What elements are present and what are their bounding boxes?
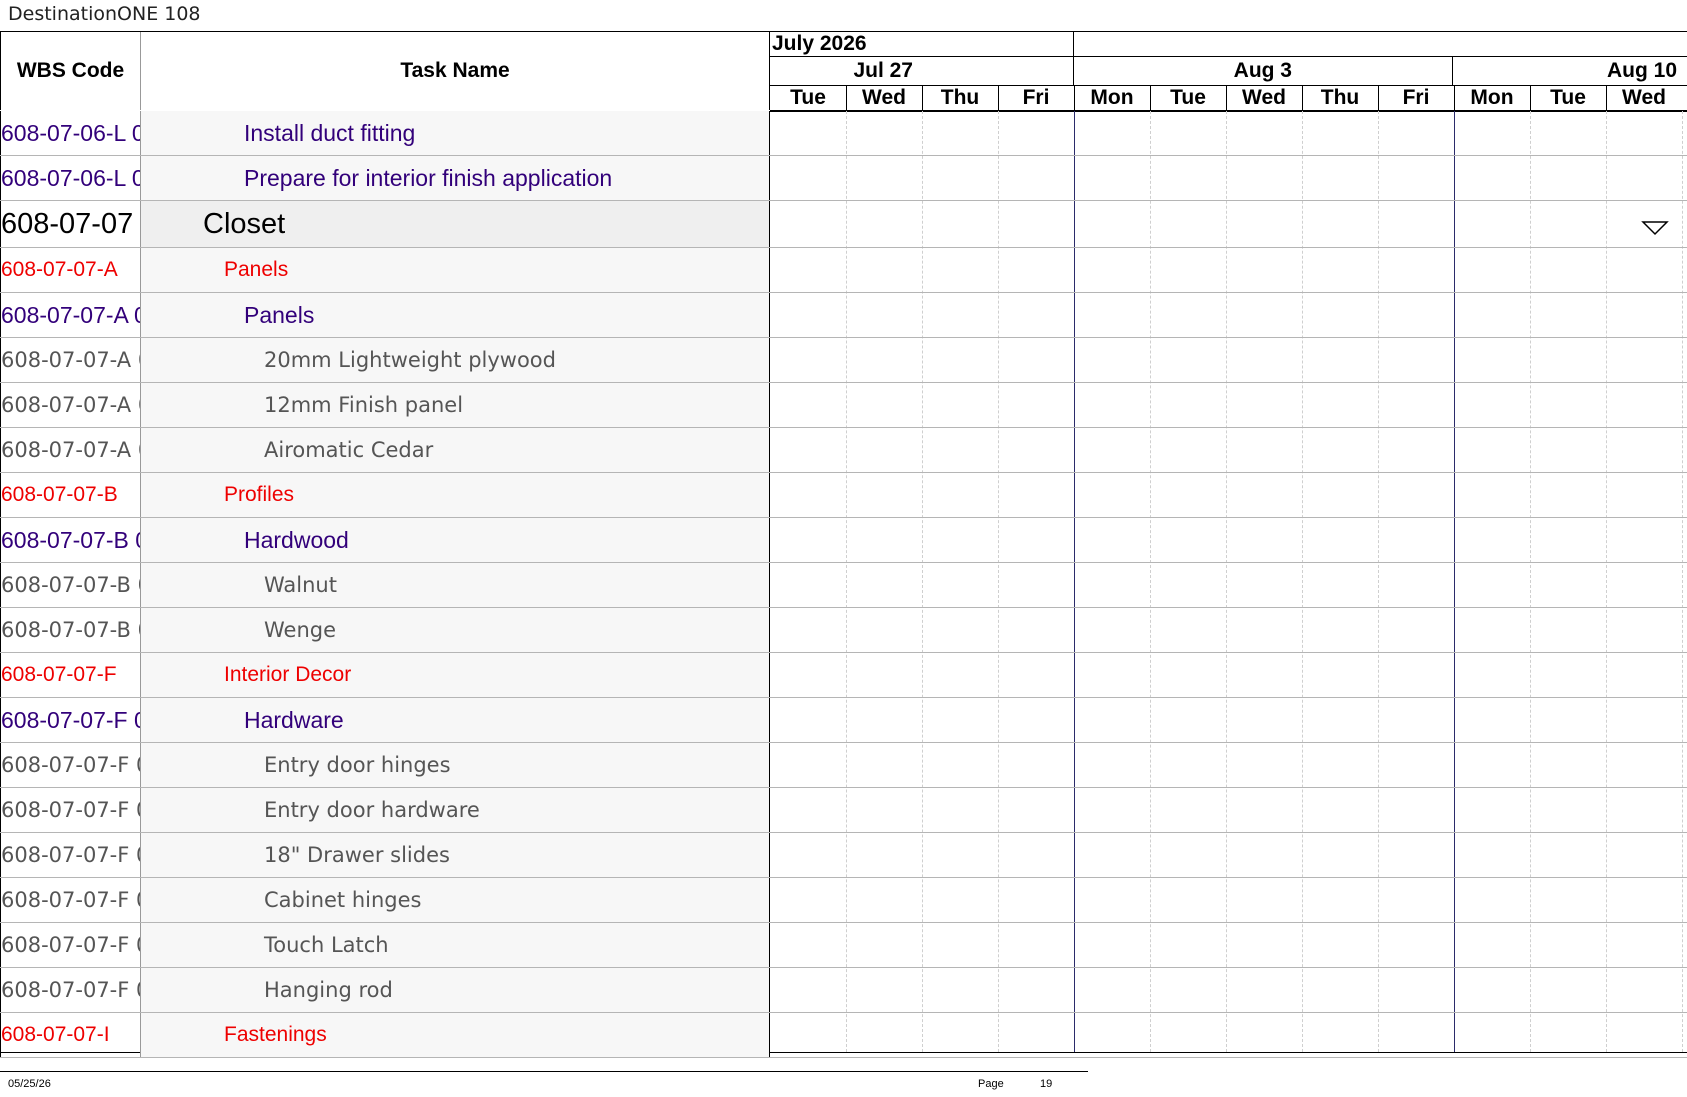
day-label: Tue — [790, 86, 826, 109]
task-name-cell[interactable]: Closet — [141, 201, 770, 247]
day-label: Thu — [940, 86, 980, 109]
task-name-cell[interactable]: Panels — [141, 293, 770, 337]
table-row[interactable]: 608-07-07-A 0112mm Finish panel — [0, 383, 1687, 428]
wbs-code-cell[interactable]: 608-07-07-F 01 — [0, 788, 141, 832]
day-label: Fri — [1022, 86, 1050, 109]
table-row[interactable]: 608-07-07-F Interior Decor — [0, 653, 1687, 698]
task-name-cell[interactable]: Hardware — [141, 698, 770, 742]
wbs-code-cell[interactable]: 608-07-06-L 0 — [0, 111, 141, 155]
task-name-cell[interactable]: Profiles — [141, 473, 770, 517]
task-name-cell[interactable]: 18" Drawer slides — [141, 833, 770, 877]
page-number: 19 — [1040, 1078, 1053, 1090]
day-label: Fri — [1402, 86, 1430, 109]
task-name-cell[interactable]: Walnut — [141, 563, 770, 607]
task-name-cell[interactable]: 20mm Lightweight plywood — [141, 338, 770, 382]
wbs-code-cell[interactable]: 608-07-07-B 01 — [0, 608, 141, 652]
wbs-code-cell[interactable]: 608-07-07-I — [0, 1013, 141, 1057]
column-header-task-name[interactable]: Task Name — [141, 32, 770, 110]
day-label: Wed — [1622, 86, 1666, 109]
wbs-code-cell[interactable]: 608-07-07-A 01 — [0, 338, 141, 382]
wbs-code-cell[interactable]: 608-07-07 — [0, 201, 141, 247]
task-name-cell[interactable]: Hardwood — [141, 518, 770, 562]
task-name-cell[interactable]: Entry door hinges — [141, 743, 770, 787]
wbs-code-cell[interactable]: 608-07-07-B 0 — [0, 518, 141, 562]
table-row[interactable]: 608-07-07-A 0 Panels — [0, 293, 1687, 338]
task-name-cell[interactable]: Cabinet hinges — [141, 878, 770, 922]
day-label: Mon — [1090, 86, 1134, 109]
table-row[interactable]: 608-07-07 Closet — [0, 201, 1687, 248]
table-row[interactable]: 608-07-07-F 01Cabinet hinges — [0, 878, 1687, 923]
wbs-code-cell[interactable]: 608-07-06-L 0 — [0, 156, 141, 200]
page-label: Page — [978, 1078, 1004, 1090]
table-row[interactable]: 608-07-07-F 01Touch Latch — [0, 923, 1687, 968]
task-name-cell[interactable]: Fastenings — [141, 1013, 770, 1057]
table-row[interactable]: 608-07-07-F 01Entry door hardware — [0, 788, 1687, 833]
task-name-cell[interactable]: Wenge — [141, 608, 770, 652]
collapse-triangle-icon[interactable] — [1641, 220, 1669, 236]
day-label: Tue — [1170, 86, 1206, 109]
wbs-code-cell[interactable]: 608-07-07-F 01 — [0, 878, 141, 922]
day-label: Wed — [1242, 86, 1286, 109]
wbs-code-cell[interactable]: 608-07-07-F 01 — [0, 923, 141, 967]
table-row[interactable]: 608-07-07-B 01Walnut — [0, 563, 1687, 608]
day-label: Mon — [1470, 86, 1514, 109]
week-label-jul-27: Jul 27 — [853, 59, 913, 82]
week-label-aug-10: Aug 10 — [1606, 59, 1677, 82]
wbs-code-cell[interactable]: 608-07-07-A 01 — [0, 428, 141, 472]
task-name-cell[interactable]: Panels — [141, 248, 770, 292]
print-date: 05/25/26 — [8, 1078, 51, 1090]
task-name-cell[interactable]: Hanging rod — [141, 968, 770, 1012]
table-row[interactable]: 608-07-06-L 0 Install duct fitting — [0, 111, 1687, 156]
wbs-code-cell[interactable]: 608-07-07-F 01 — [0, 833, 141, 877]
task-name-cell[interactable]: 12mm Finish panel — [141, 383, 770, 427]
week-label-aug-3: Aug 3 — [1233, 59, 1292, 82]
wbs-code-cell[interactable]: 608-07-07-A — [0, 248, 141, 292]
table-row[interactable]: 608-07-07-A 01Airomatic Cedar — [0, 428, 1687, 473]
table-row[interactable]: 608-07-07-F 0118" Drawer slides — [0, 833, 1687, 878]
table-row[interactable]: 608-07-07-F 0 Hardware — [0, 698, 1687, 743]
document-title: DestinationONE 108 — [8, 3, 201, 25]
task-name-cell[interactable]: Install duct fitting — [141, 111, 770, 155]
wbs-code-cell[interactable]: 608-07-07-A 0 — [0, 293, 141, 337]
day-label: Tue — [1550, 86, 1586, 109]
wbs-code-cell[interactable]: 608-07-07-B 01 — [0, 563, 141, 607]
column-header-wbs[interactable]: WBS Code — [0, 32, 141, 110]
table-row[interactable]: 608-07-07-B 01Wenge — [0, 608, 1687, 653]
table-row[interactable]: 608-07-07-A 0120mm Lightweight plywood — [0, 338, 1687, 383]
table-row[interactable]: 608-07-07-B Profiles — [0, 473, 1687, 518]
month-label: July 2026 — [772, 32, 867, 55]
day-label: Thu — [1320, 86, 1360, 109]
table-row[interactable]: 608-07-07-A Panels — [0, 248, 1687, 293]
gantt-table: WBS Code Task Name July 2026 Jul 27 Aug … — [0, 31, 1687, 1058]
task-name-cell[interactable]: Interior Decor — [141, 653, 770, 697]
wbs-code-cell[interactable]: 608-07-07-F 01 — [0, 743, 141, 787]
table-row[interactable]: 608-07-07-F 01Hanging rod — [0, 968, 1687, 1013]
wbs-code-cell[interactable]: 608-07-07-F — [0, 653, 141, 697]
table-row[interactable]: 608-07-07-I Fastenings — [0, 1013, 1687, 1058]
wbs-code-cell[interactable]: 608-07-07-A 01 — [0, 383, 141, 427]
table-row[interactable]: 608-07-07-B 0 Hardwood — [0, 518, 1687, 563]
table-row[interactable]: 608-07-06-L 0 Prepare for interior finish… — [0, 156, 1687, 201]
task-name-cell[interactable]: Entry door hardware — [141, 788, 770, 832]
table-row[interactable]: 608-07-07-F 01Entry door hinges — [0, 743, 1687, 788]
wbs-code-cell[interactable]: 608-07-07-F 0 — [0, 698, 141, 742]
task-name-cell[interactable]: Touch Latch — [141, 923, 770, 967]
task-name-cell[interactable]: Airomatic Cedar — [141, 428, 770, 472]
day-label: Wed — [862, 86, 906, 109]
wbs-code-cell[interactable]: 608-07-07-F 01 — [0, 968, 141, 1012]
wbs-code-cell[interactable]: 608-07-07-B — [0, 473, 141, 517]
task-name-cell[interactable]: Prepare for interior finish application — [141, 156, 770, 200]
